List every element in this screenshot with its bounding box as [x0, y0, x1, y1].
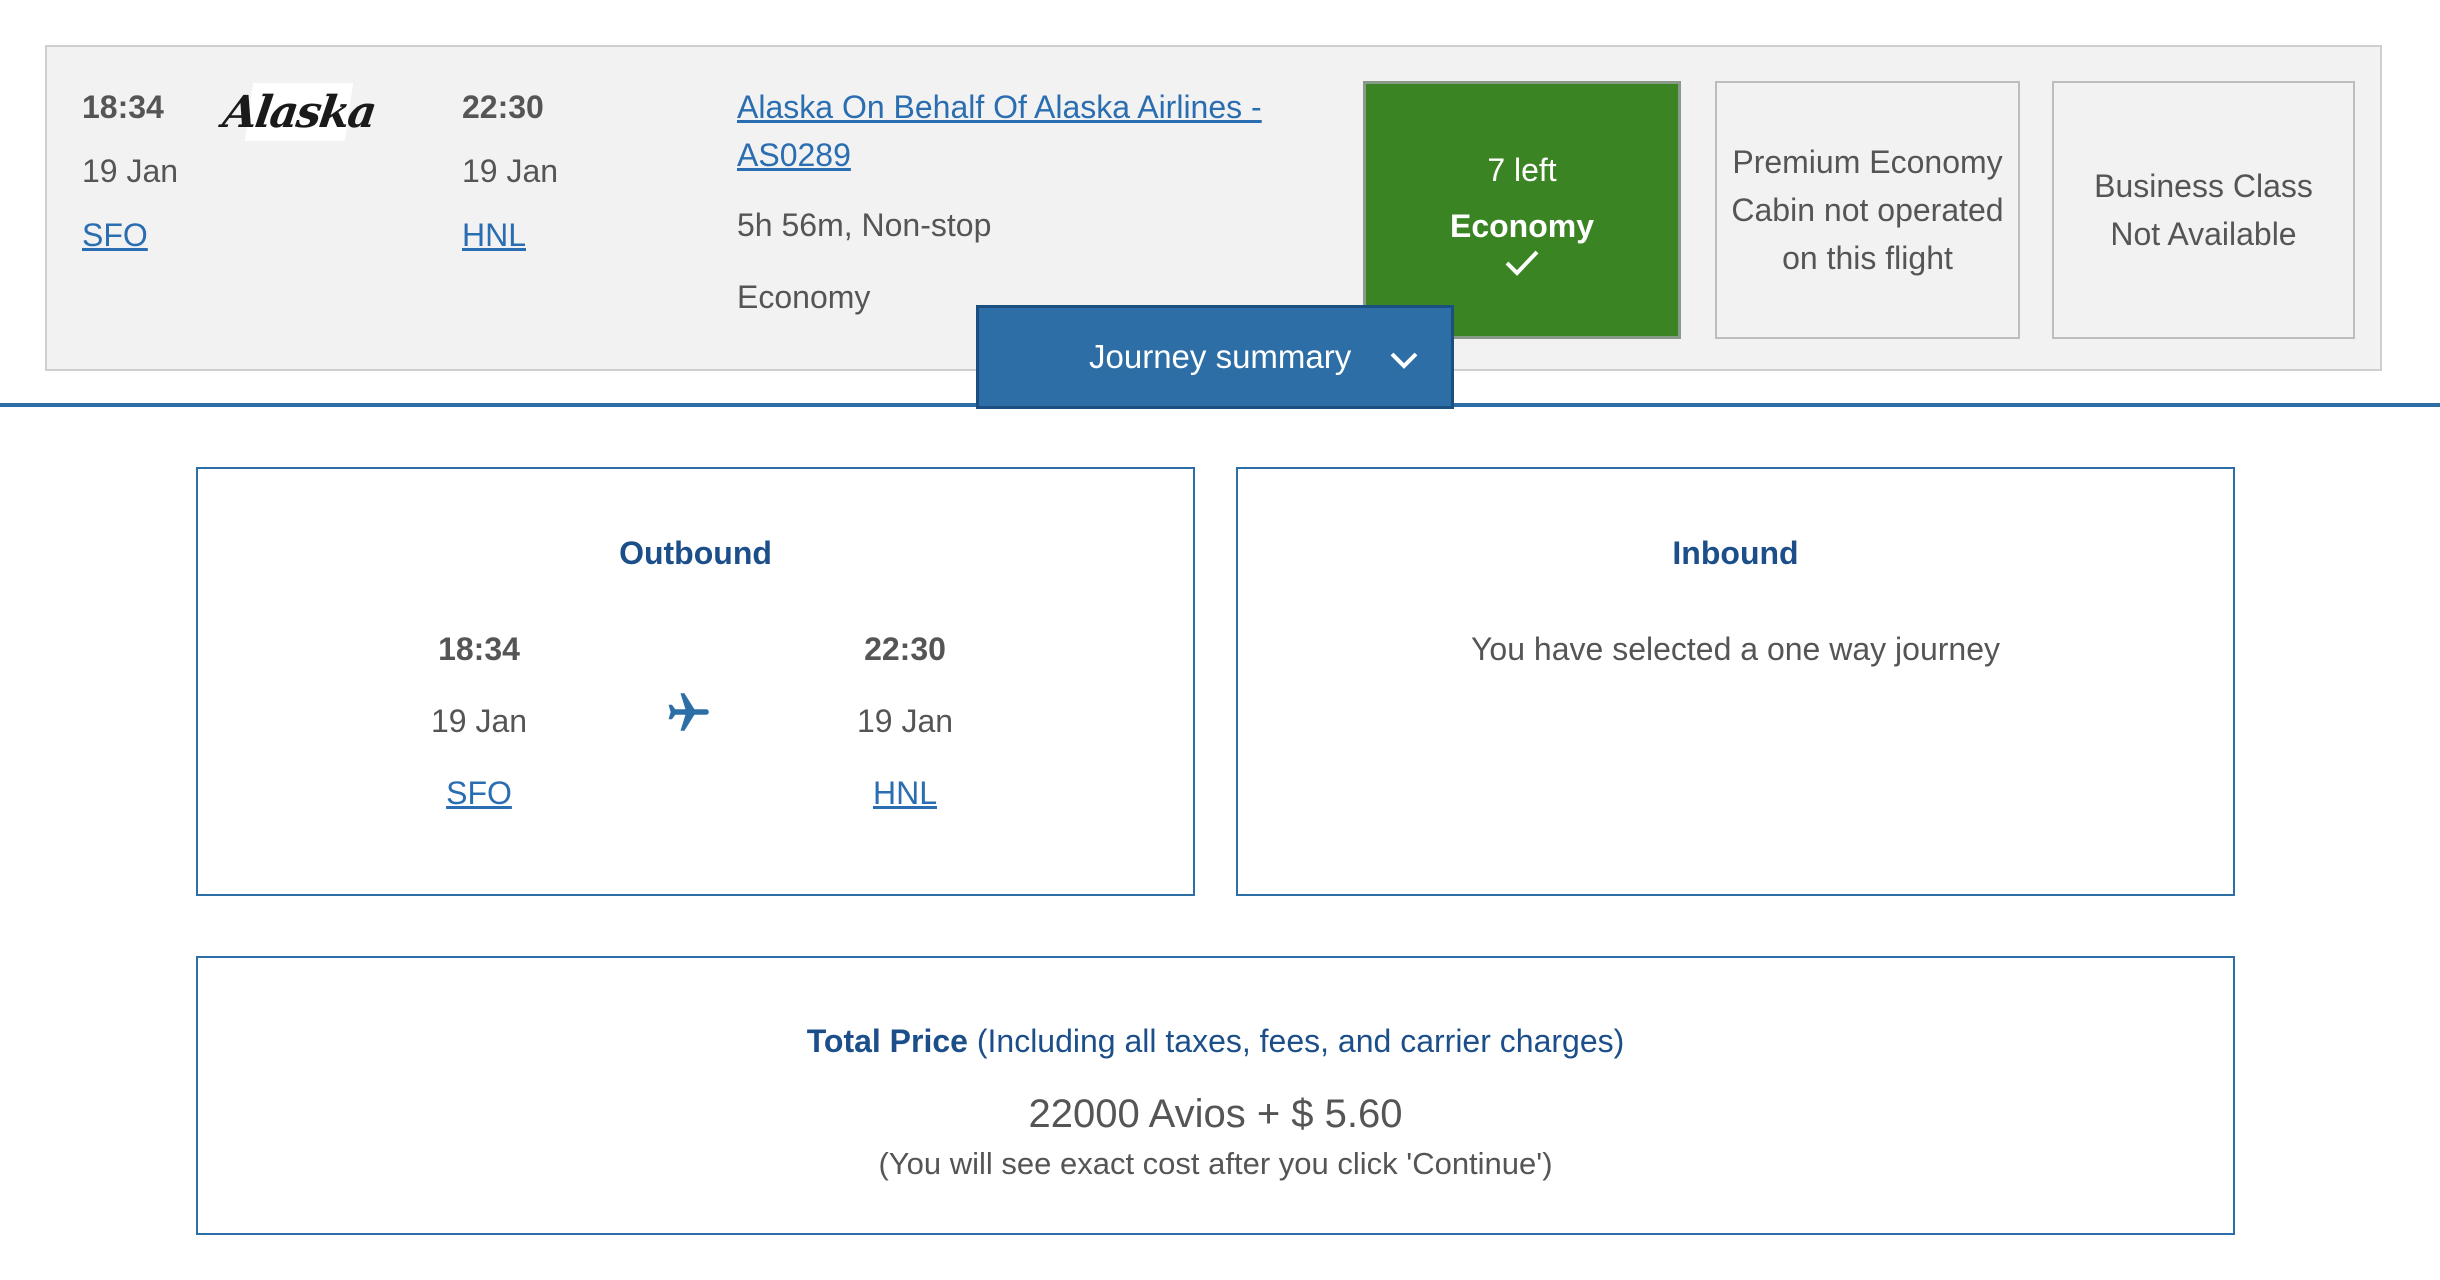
one-way-message: You have selected a one way journey — [1471, 631, 2000, 667]
premium-line2: Cabin not operated — [1731, 192, 2004, 228]
total-price-heading: Total Price (Including all taxes, fees, … — [198, 1023, 2233, 1060]
outbound-depart-time: 18:34 — [438, 631, 520, 667]
outbound-panel: Outbound 18:34 19 Jan SFO 22:30 19 Jan H… — [196, 467, 1195, 896]
fare-business: Business Class Not Available — [2052, 81, 2355, 339]
outbound-title: Outbound — [619, 535, 772, 571]
seats-left: 7 left — [1487, 152, 1557, 188]
inbound-title: Inbound — [1672, 535, 1799, 571]
outbound-arrive-time: 22:30 — [864, 631, 946, 667]
premium-line1: Premium Economy — [1732, 144, 2003, 180]
total-price-note: (You will see exact cost after you click… — [878, 1146, 1553, 1181]
flight-cabin: Economy — [737, 279, 871, 315]
depart-airport-link[interactable]: SFO — [82, 219, 148, 251]
premium-line3: on this flight — [1782, 240, 1953, 276]
depart-date: 19 Jan — [82, 153, 179, 189]
airplane-icon — [668, 693, 709, 731]
total-price-qualifier: (Including all taxes, fees, and carrier … — [976, 1023, 1625, 1059]
fare-economy-selected[interactable]: 7 left Economy — [1363, 81, 1681, 339]
depart-time: 18:34 — [82, 89, 164, 125]
business-line2: Not Available — [2110, 216, 2297, 252]
carrier-flight-link-line1[interactable]: Alaska On Behalf Of Alaska Airlines - — [737, 91, 1262, 123]
arrive-airport-link[interactable]: HNL — [462, 219, 526, 251]
carrier-flight-link-line2[interactable]: AS0289 — [737, 139, 851, 171]
checkmark-icon — [1505, 250, 1539, 276]
arrive-date: 19 Jan — [462, 153, 559, 189]
arrive-time: 22:30 — [462, 89, 544, 125]
outbound-arrive-date: 19 Jan — [856, 703, 954, 739]
journey-summary-label: Journey summary — [1089, 338, 1352, 375]
total-price-panel: Total Price (Including all taxes, fees, … — [196, 956, 2235, 1235]
fare-economy-label: Economy — [1449, 208, 1595, 244]
fare-premium-economy: Premium Economy Cabin not operated on th… — [1715, 81, 2020, 339]
inbound-panel: Inbound You have selected a one way jour… — [1236, 467, 2235, 896]
flight-duration: 5h 56m, Non-stop — [737, 207, 992, 243]
total-price-value: 22000 Avios + $ 5.60 — [1028, 1092, 1403, 1136]
outbound-depart-airport-link[interactable]: SFO — [446, 775, 512, 811]
airline-logo: Alaska — [220, 83, 378, 141]
total-price-label: Total Price — [806, 1023, 968, 1059]
business-line1: Business Class — [2094, 168, 2313, 204]
outbound-depart-date: 19 Jan — [430, 703, 528, 739]
journey-summary-button[interactable]: Journey summary — [976, 305, 1454, 409]
chevron-down-icon — [1390, 352, 1418, 369]
outbound-arrive-airport-link[interactable]: HNL — [873, 775, 937, 811]
